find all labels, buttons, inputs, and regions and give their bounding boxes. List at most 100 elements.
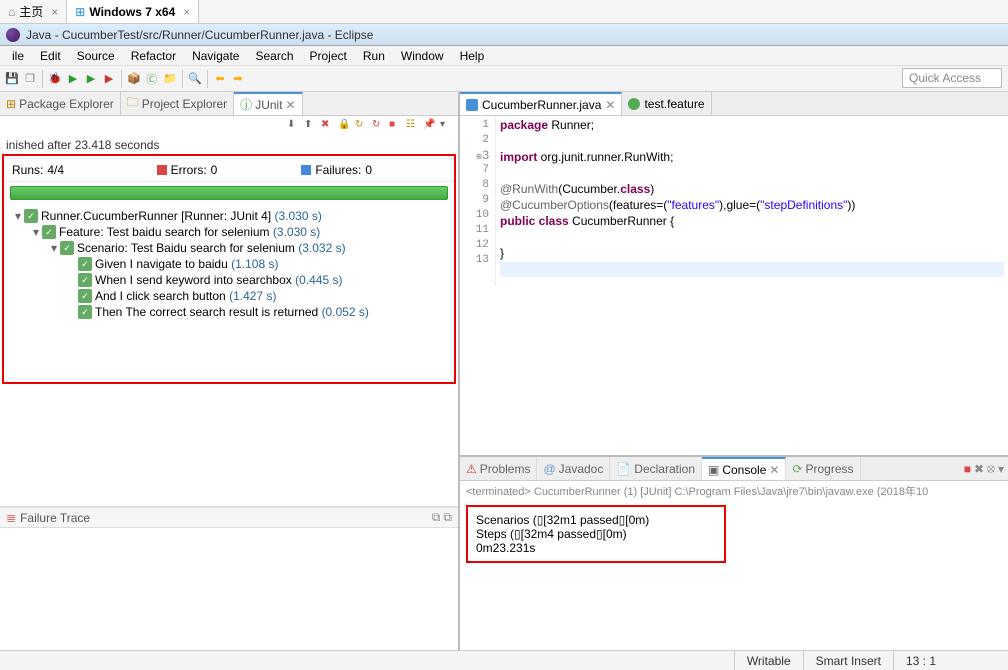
runs-value: 4/4 bbox=[47, 163, 64, 177]
debug-icon[interactable]: 🐞 bbox=[47, 71, 63, 87]
console-line: Steps (▯[32m4 passed▯[0m) bbox=[476, 527, 716, 541]
menu-edit[interactable]: Edit bbox=[32, 49, 69, 63]
tab-project-explorer[interactable]: 🗀 Project Explorer bbox=[121, 92, 234, 115]
tree-step[interactable]: ✓ And I click search button (1.427 s) bbox=[4, 288, 454, 304]
tab-label: Progress bbox=[806, 462, 854, 476]
tab-junit[interactable]: ⓙ JUnit ✕ bbox=[234, 92, 302, 115]
code-editor[interactable]: 1 2 ⊕3 7 8 9 10 11 12 13 package Runner;… bbox=[460, 116, 1008, 286]
menu-run[interactable]: Run bbox=[355, 49, 393, 63]
package-explorer-icon: ⊞ bbox=[6, 97, 16, 111]
tree-root-label: Runner.CucumberRunner [Runner: JUnit 4] bbox=[41, 209, 271, 223]
remove-icon[interactable]: ✖ bbox=[974, 462, 984, 476]
prev-fail-icon[interactable]: ⬆ bbox=[304, 119, 318, 133]
new-package-icon[interactable]: 📦 bbox=[126, 71, 142, 87]
close-icon[interactable]: ✕ bbox=[605, 98, 615, 112]
compare-icon[interactable]: ⧉ bbox=[443, 510, 452, 525]
menu-project[interactable]: Project bbox=[302, 49, 355, 63]
run-icon[interactable]: ▶ bbox=[83, 71, 99, 87]
tab-javadoc[interactable]: @ Javadoc bbox=[537, 457, 610, 480]
test-pass-icon: ✓ bbox=[78, 273, 92, 287]
window-title: Java - CucumberTest/src/Runner/CucumberR… bbox=[26, 28, 373, 42]
history-icon[interactable]: ☷ bbox=[406, 119, 420, 133]
stop-icon[interactable]: ■ bbox=[389, 119, 403, 133]
menu-file[interactable]: ile bbox=[4, 49, 32, 63]
junit-counts-row: Runs: 4/4 Errors: 0 Failures: 0 bbox=[4, 158, 454, 182]
step-time: (1.108 s) bbox=[231, 257, 278, 271]
lock-icon[interactable]: 🔒 bbox=[338, 119, 352, 133]
run-icon[interactable]: ▶ bbox=[65, 71, 81, 87]
editor-tab-cucumberrunner[interactable]: CucumberRunner.java ✕ bbox=[460, 92, 622, 115]
errors-value: 0 bbox=[211, 163, 218, 177]
error-icon bbox=[157, 165, 167, 175]
javadoc-icon: @ bbox=[543, 462, 555, 476]
editor-tab-testfeature[interactable]: test.feature bbox=[622, 92, 711, 115]
menu-icon[interactable]: ▾ bbox=[998, 462, 1004, 476]
menu-search[interactable]: Search bbox=[247, 49, 301, 63]
menu-help[interactable]: Help bbox=[452, 49, 493, 63]
terminate-icon[interactable]: ■ bbox=[964, 462, 971, 476]
menu-navigate[interactable]: Navigate bbox=[184, 49, 247, 63]
test-pass-icon: ✓ bbox=[78, 289, 92, 303]
step-label: When I send keyword into searchbox bbox=[95, 273, 292, 287]
pin-icon[interactable]: 📌 bbox=[423, 119, 437, 133]
external-run-icon[interactable]: ▶ bbox=[101, 71, 117, 87]
console-process-header: <terminated> CucumberRunner (1) [JUnit] … bbox=[460, 481, 1008, 501]
stacktrace-icon: ≣ bbox=[6, 511, 16, 525]
step-time: (1.427 s) bbox=[229, 289, 276, 303]
nav-back-icon[interactable]: ⬅ bbox=[212, 71, 228, 87]
new-folder-icon[interactable]: 📁 bbox=[162, 71, 178, 87]
tab-label: Problems bbox=[480, 462, 531, 476]
tab-problems[interactable]: ⚠ Problems bbox=[460, 457, 537, 480]
nav-forward-icon[interactable]: ➡ bbox=[230, 71, 246, 87]
save-icon[interactable]: 💾 bbox=[4, 71, 20, 87]
rerun-fail-icon[interactable]: ↻ bbox=[372, 119, 386, 133]
rerun-icon[interactable]: ↻ bbox=[355, 119, 369, 133]
status-insert-mode: Smart Insert bbox=[803, 651, 893, 670]
close-icon[interactable]: × bbox=[51, 5, 58, 19]
close-icon[interactable]: ✕ bbox=[769, 463, 779, 477]
menu-icon[interactable]: ▾ bbox=[440, 119, 454, 133]
expand-icon[interactable]: ▾ bbox=[48, 241, 60, 255]
menu-refactor[interactable]: Refactor bbox=[123, 49, 184, 63]
tree-step[interactable]: ✓ When I send keyword into searchbox (0.… bbox=[4, 272, 454, 288]
expand-icon[interactable]: ▾ bbox=[30, 225, 42, 239]
tab-progress[interactable]: ⟳ Progress bbox=[786, 457, 860, 480]
show-fail-icon[interactable]: ✖ bbox=[321, 119, 335, 133]
junit-failures: Failures: 0 bbox=[301, 163, 446, 177]
remove-all-icon[interactable]: ⦻ bbox=[987, 461, 995, 476]
menu-source[interactable]: Source bbox=[69, 49, 123, 63]
browser-tab-vm[interactable]: ⊞ Windows 7 x64 × bbox=[67, 0, 199, 23]
tab-console[interactable]: ▣ Console ✕ bbox=[702, 457, 786, 480]
tree-scenario[interactable]: ▾ ✓ Scenario: Test Baidu search for sele… bbox=[4, 240, 454, 256]
tree-feature[interactable]: ▾ ✓ Feature: Test baidu search for selen… bbox=[4, 224, 454, 240]
next-fail-icon[interactable]: ⬇ bbox=[287, 119, 301, 133]
menu-window[interactable]: Window bbox=[393, 49, 452, 63]
quick-access-input[interactable]: Quick Access bbox=[902, 68, 1002, 88]
menu-bar: ile Edit Source Refactor Navigate Search… bbox=[0, 46, 1008, 66]
close-icon[interactable]: ✕ bbox=[286, 98, 296, 112]
new-class-icon[interactable]: Ⓒ bbox=[144, 71, 160, 87]
tree-step[interactable]: ✓ Then The correct search result is retu… bbox=[4, 304, 454, 320]
failures-value: 0 bbox=[365, 163, 372, 177]
tab-label: Console bbox=[722, 463, 766, 477]
console-output: Scenarios (▯[32m1 passed▯[0m) Steps (▯[3… bbox=[460, 501, 1008, 650]
tab-package-explorer[interactable]: ⊞ Package Explorer bbox=[0, 92, 121, 115]
code-area[interactable]: package Runner; import org.junit.runner.… bbox=[496, 116, 1008, 286]
filter-icon[interactable]: ⧉ bbox=[432, 510, 441, 525]
tree-root-time: (3.030 s) bbox=[274, 209, 321, 223]
failure-trace-label: Failure Trace bbox=[20, 511, 90, 525]
java-file-icon bbox=[466, 99, 478, 111]
close-icon[interactable]: × bbox=[183, 5, 190, 19]
browser-tab-home[interactable]: ⌂ 主页 × bbox=[0, 0, 67, 23]
editor-tab-label: test.feature bbox=[644, 97, 704, 111]
tree-step[interactable]: ✓ Given I navigate to baidu (1.108 s) bbox=[4, 256, 454, 272]
failure-icon bbox=[301, 165, 311, 175]
tab-label: Project Explorer bbox=[142, 97, 227, 111]
test-pass-icon: ✓ bbox=[78, 305, 92, 319]
tab-declaration[interactable]: 📄 Declaration bbox=[610, 457, 702, 480]
tree-root[interactable]: ▾ ✓ Runner.CucumberRunner [Runner: JUnit… bbox=[4, 208, 454, 224]
home-icon: ⌂ bbox=[8, 5, 15, 19]
search-icon[interactable]: 🔍 bbox=[187, 71, 203, 87]
expand-icon[interactable]: ▾ bbox=[12, 209, 24, 223]
save-all-icon[interactable]: ❐ bbox=[22, 71, 38, 87]
